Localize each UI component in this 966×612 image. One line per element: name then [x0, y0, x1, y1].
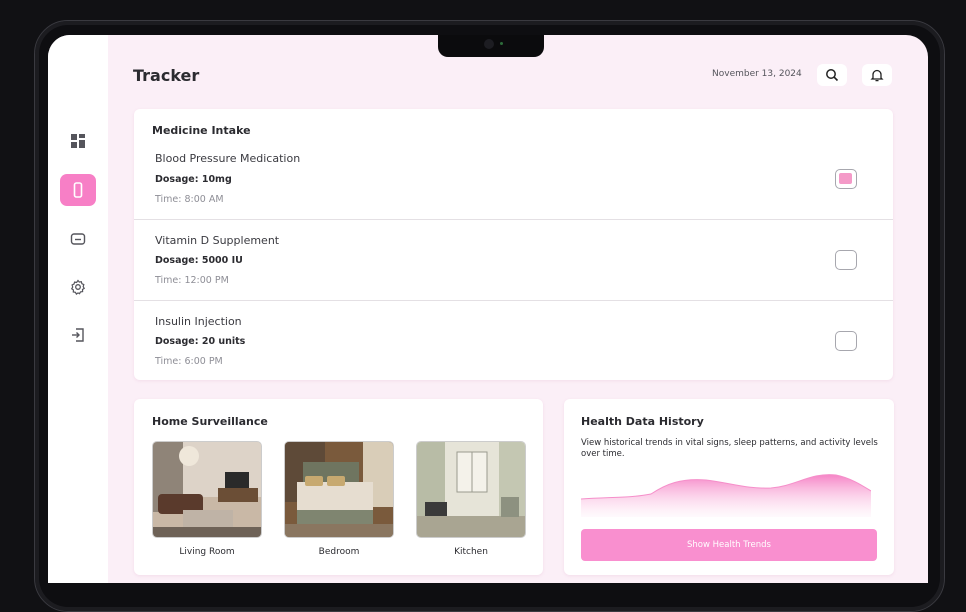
medicine-name: Vitamin D Supplement	[155, 234, 280, 247]
medicine-intake-card: Medicine Intake Blood Pressure Medicatio…	[134, 109, 893, 380]
show-health-trends-button[interactable]: Show Health Trends	[581, 529, 877, 561]
medicine-taken-checkbox[interactable]	[835, 169, 857, 189]
search-icon	[826, 69, 839, 82]
bell-icon	[870, 69, 884, 82]
nav-medicine[interactable]	[60, 174, 96, 206]
kitchen-image	[417, 442, 525, 537]
gear-icon	[70, 279, 85, 295]
notifications-button[interactable]	[862, 64, 892, 86]
medicine-name: Insulin Injection	[155, 315, 242, 328]
medicine-name: Blood Pressure Medication	[155, 152, 301, 165]
page-title: Tracker	[133, 66, 200, 85]
dashboard-icon	[71, 134, 85, 148]
app-screen: Tracker November 13, 2024 Medicine Intak…	[48, 35, 928, 583]
medicine-dosage: Dosage: 5000 IU	[155, 255, 243, 266]
medicine-intake-title: Medicine Intake	[152, 124, 251, 137]
home-surveillance-card: Home Surveillance Living Room Bedroom Ki…	[134, 399, 543, 575]
medicine-row: Blood Pressure Medication Dosage: 10mg T…	[134, 137, 893, 218]
current-date: November 13, 2024	[712, 69, 802, 79]
health-data-card: Health Data History View historical tren…	[564, 399, 894, 575]
health-trend-sparkline	[581, 474, 871, 517]
camera-indicator	[500, 42, 503, 45]
nav-dashboard[interactable]	[60, 125, 96, 157]
phone-icon	[73, 182, 83, 198]
medicine-time: Time: 12:00 PM	[155, 275, 229, 286]
camera-label: Bedroom	[318, 547, 360, 557]
camera-lens	[484, 39, 494, 49]
bedroom-image	[285, 442, 393, 537]
camera-feed-kitchen[interactable]	[416, 441, 526, 538]
medicine-row: Vitamin D Supplement Dosage: 5000 IU Tim…	[134, 219, 893, 301]
chat-icon	[70, 233, 86, 245]
medicine-time: Time: 8:00 AM	[155, 194, 224, 205]
medicine-row: Insulin Injection Dosage: 20 units Time:…	[134, 300, 893, 382]
search-button[interactable]	[817, 64, 847, 86]
camera-label: Living Room	[179, 547, 235, 557]
living-room-image	[153, 442, 261, 537]
home-surveillance-title: Home Surveillance	[152, 415, 268, 428]
medicine-dosage: Dosage: 20 units	[155, 336, 246, 347]
health-data-title: Health Data History	[581, 415, 704, 428]
health-data-description: View historical trends in vital signs, s…	[581, 438, 878, 459]
nav-settings[interactable]	[60, 271, 96, 303]
logout-icon	[72, 328, 84, 342]
camera-notch	[438, 35, 544, 57]
medicine-taken-checkbox[interactable]	[835, 250, 857, 270]
sidebar	[48, 35, 108, 583]
main-content: Tracker November 13, 2024 Medicine Intak…	[108, 35, 928, 583]
medicine-taken-checkbox[interactable]	[835, 331, 857, 351]
medicine-time: Time: 6:00 PM	[155, 356, 223, 367]
camera-label: Kitchen	[454, 547, 488, 557]
camera-feed-living-room[interactable]	[152, 441, 262, 538]
medicine-dosage: Dosage: 10mg	[155, 174, 232, 185]
nav-messages[interactable]	[60, 223, 96, 255]
nav-logout[interactable]	[60, 319, 96, 351]
camera-feed-bedroom[interactable]	[284, 441, 394, 538]
